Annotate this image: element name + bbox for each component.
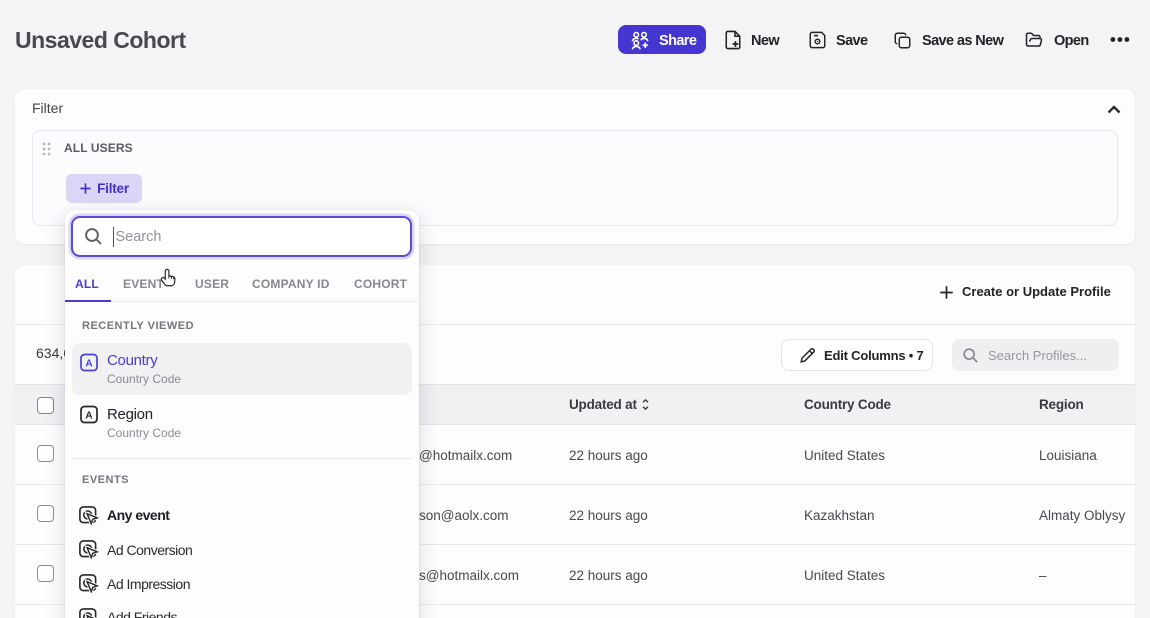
svg-text:A: A	[85, 411, 92, 422]
svg-text:A: A	[85, 359, 92, 370]
